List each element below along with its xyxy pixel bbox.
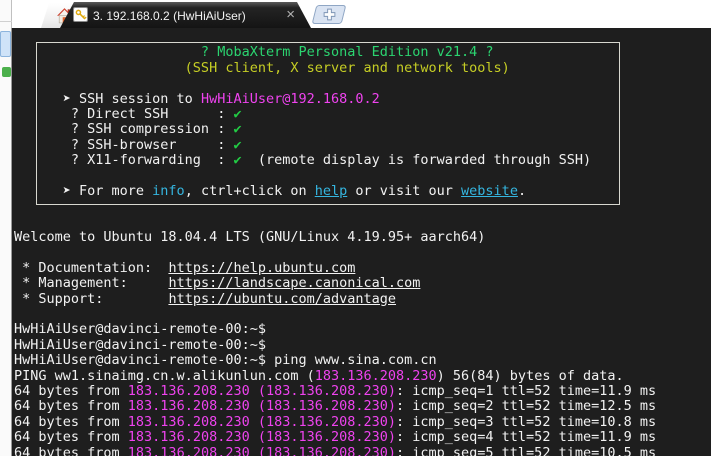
sidebar-corner bbox=[0, 0, 12, 28]
terminal-text: info bbox=[152, 183, 185, 199]
plus-icon bbox=[323, 8, 336, 21]
terminal-text: ➤ For more bbox=[14, 183, 152, 199]
terminal-line: ➤ For more info, ctrl+click on help or v… bbox=[14, 184, 711, 199]
terminal-text: 183.136.208.230 (183.136.208.230) bbox=[128, 414, 396, 430]
terminal-text: 64 bytes from bbox=[14, 398, 128, 414]
terminal-link[interactable]: https://landscape.canonical.com bbox=[168, 275, 420, 291]
key-icon bbox=[73, 7, 88, 22]
terminal-line bbox=[14, 307, 711, 322]
terminal-text: , ctrl+click on bbox=[185, 183, 315, 199]
terminal-text: HwHiAiUser@192.168.0.2 bbox=[201, 91, 380, 107]
terminal-line: ? Direct SSH : ✔ bbox=[14, 107, 711, 122]
terminal-line: Welcome to Ubuntu 18.04.4 LTS (GNU/Linux… bbox=[14, 230, 711, 245]
terminal-text: ✔ bbox=[233, 137, 241, 153]
terminal-text: : icmp_seq=3 ttl=52 time=10.8 ms bbox=[396, 414, 656, 430]
tab-session[interactable]: 3. 192.168.0.2 (HwHiAiUser) × bbox=[60, 2, 311, 28]
terminal-text: 64 bytes from bbox=[14, 429, 128, 445]
terminal-line bbox=[14, 199, 711, 214]
terminal-line bbox=[14, 245, 711, 260]
terminal-line: * Documentation: https://help.ubuntu.com bbox=[14, 261, 711, 276]
terminal-line: 64 bytes from 183.136.208.230 (183.136.2… bbox=[14, 415, 711, 430]
terminal-text: * Support: bbox=[14, 291, 168, 307]
tab-session-label: 3. 192.168.0.2 (HwHiAiUser) bbox=[93, 9, 246, 23]
terminal-text: ✔ bbox=[233, 152, 241, 168]
terminal-text: : icmp_seq=5 ttl=52 time=10.5 ms bbox=[396, 445, 656, 456]
terminal-text: 183.136.208.230 (183.136.208.230) bbox=[128, 398, 396, 414]
terminal-text: ➤ SSH session to bbox=[14, 91, 201, 107]
terminal-line: ? SSH compression : ✔ bbox=[14, 122, 711, 137]
terminal-line: * Management: https://landscape.canonica… bbox=[14, 276, 711, 291]
terminal-text: 183.136.208.230 (183.136.208.230) bbox=[128, 445, 396, 456]
terminal-text: ) 56(84) bytes of data. bbox=[437, 368, 624, 384]
terminal-line: 64 bytes from 183.136.208.230 (183.136.2… bbox=[14, 399, 711, 414]
terminal-text: 64 bytes from bbox=[14, 414, 128, 430]
terminal-text: * Documentation: bbox=[14, 260, 168, 276]
terminal-line bbox=[14, 215, 711, 230]
terminal-line: ➤ SSH session to HwHiAiUser@192.168.0.2 bbox=[14, 92, 711, 107]
terminal-text: : icmp_seq=1 ttl=52 time=11.9 ms bbox=[396, 383, 656, 399]
terminal-text: * Management: bbox=[14, 275, 168, 291]
terminal-text: ? Direct SSH : bbox=[14, 106, 233, 122]
terminal-text: 183.136.208.230 bbox=[315, 368, 437, 384]
terminal-line bbox=[14, 30, 711, 45]
terminal-line: * Support: https://ubuntu.com/advantage bbox=[14, 292, 711, 307]
terminal-text: Welcome to Ubuntu 18.04.4 LTS (GNU/Linux… bbox=[14, 229, 485, 245]
terminal-link[interactable]: https://ubuntu.com/advantage bbox=[168, 291, 396, 307]
terminal-line: HwHiAiUser@davinci-remote-00:~$ bbox=[14, 338, 711, 353]
terminal-text: 183.136.208.230 (183.136.208.230) bbox=[128, 429, 396, 445]
terminal-line bbox=[14, 169, 711, 184]
terminal-line: ? SSH-browser : ✔ bbox=[14, 138, 711, 153]
terminal-text: 64 bytes from bbox=[14, 383, 128, 399]
terminal-line: ? MobaXterm Personal Edition v21.4 ? bbox=[14, 45, 711, 60]
terminal-line: 64 bytes from 183.136.208.230 (183.136.2… bbox=[14, 384, 711, 399]
sidebar-tool-item[interactable] bbox=[2, 67, 11, 77]
terminal-text: ? X11-forwarding : bbox=[14, 152, 233, 168]
terminal-text: HwHiAiUser@davinci-remote-00:~$ bbox=[14, 337, 266, 353]
terminal[interactable]: ? MobaXterm Personal Edition v21.4 ? (SS… bbox=[12, 28, 711, 456]
terminal-text: ? MobaXterm Personal Edition v21.4 ? bbox=[14, 44, 494, 60]
terminal-text: 183.136.208.230 (183.136.208.230) bbox=[128, 383, 396, 399]
terminal-text: (remote display is forwarded through SSH… bbox=[242, 152, 592, 168]
terminal-link[interactable]: help bbox=[315, 183, 348, 199]
terminal-text: . bbox=[518, 183, 526, 199]
tab-bar: 3. 192.168.0.2 (HwHiAiUser) × bbox=[0, 0, 711, 28]
terminal-text: ✔ bbox=[233, 106, 241, 122]
terminal-text: PING ww1.sinaimg.cn.w.alikunlun.com ( bbox=[14, 368, 315, 384]
close-icon[interactable]: × bbox=[286, 6, 295, 24]
terminal-body: ? MobaXterm Personal Edition v21.4 ? (SS… bbox=[14, 30, 711, 456]
terminal-text: ? SSH compression : bbox=[14, 121, 233, 137]
terminal-line: ? X11-forwarding : ✔ (remote display is … bbox=[14, 153, 711, 168]
terminal-text: HwHiAiUser@davinci-remote-00:~$ bbox=[14, 321, 266, 337]
terminal-line: PING ww1.sinaimg.cn.w.alikunlun.com (183… bbox=[14, 369, 711, 384]
terminal-text: ✔ bbox=[233, 121, 241, 137]
terminal-link[interactable]: website bbox=[461, 183, 518, 199]
terminal-text: : icmp_seq=2 ttl=52 time=12.5 ms bbox=[396, 398, 656, 414]
terminal-text: HwHiAiUser@davinci-remote-00:~$ ping www… bbox=[14, 352, 437, 368]
terminal-text: or visit our bbox=[347, 183, 461, 199]
sidebar-session-item[interactable] bbox=[0, 31, 11, 57]
terminal-line: HwHiAiUser@davinci-remote-00:~$ ping www… bbox=[14, 353, 711, 368]
terminal-link[interactable]: https://help.ubuntu.com bbox=[168, 260, 355, 276]
terminal-line: 64 bytes from 183.136.208.230 (183.136.2… bbox=[14, 430, 711, 445]
sidebar-strip bbox=[0, 28, 12, 456]
new-tab-button[interactable] bbox=[312, 5, 347, 24]
terminal-text: (SSH client, X server and network tools) bbox=[14, 60, 510, 76]
terminal-text: : icmp_seq=4 ttl=52 time=11.9 ms bbox=[396, 429, 656, 445]
terminal-line: (SSH client, X server and network tools) bbox=[14, 61, 711, 76]
terminal-text: 64 bytes from bbox=[14, 445, 128, 456]
terminal-text: ? SSH-browser : bbox=[14, 137, 233, 153]
terminal-line: HwHiAiUser@davinci-remote-00:~$ bbox=[14, 322, 711, 337]
terminal-line bbox=[14, 76, 711, 91]
terminal-line: 64 bytes from 183.136.208.230 (183.136.2… bbox=[14, 446, 711, 456]
